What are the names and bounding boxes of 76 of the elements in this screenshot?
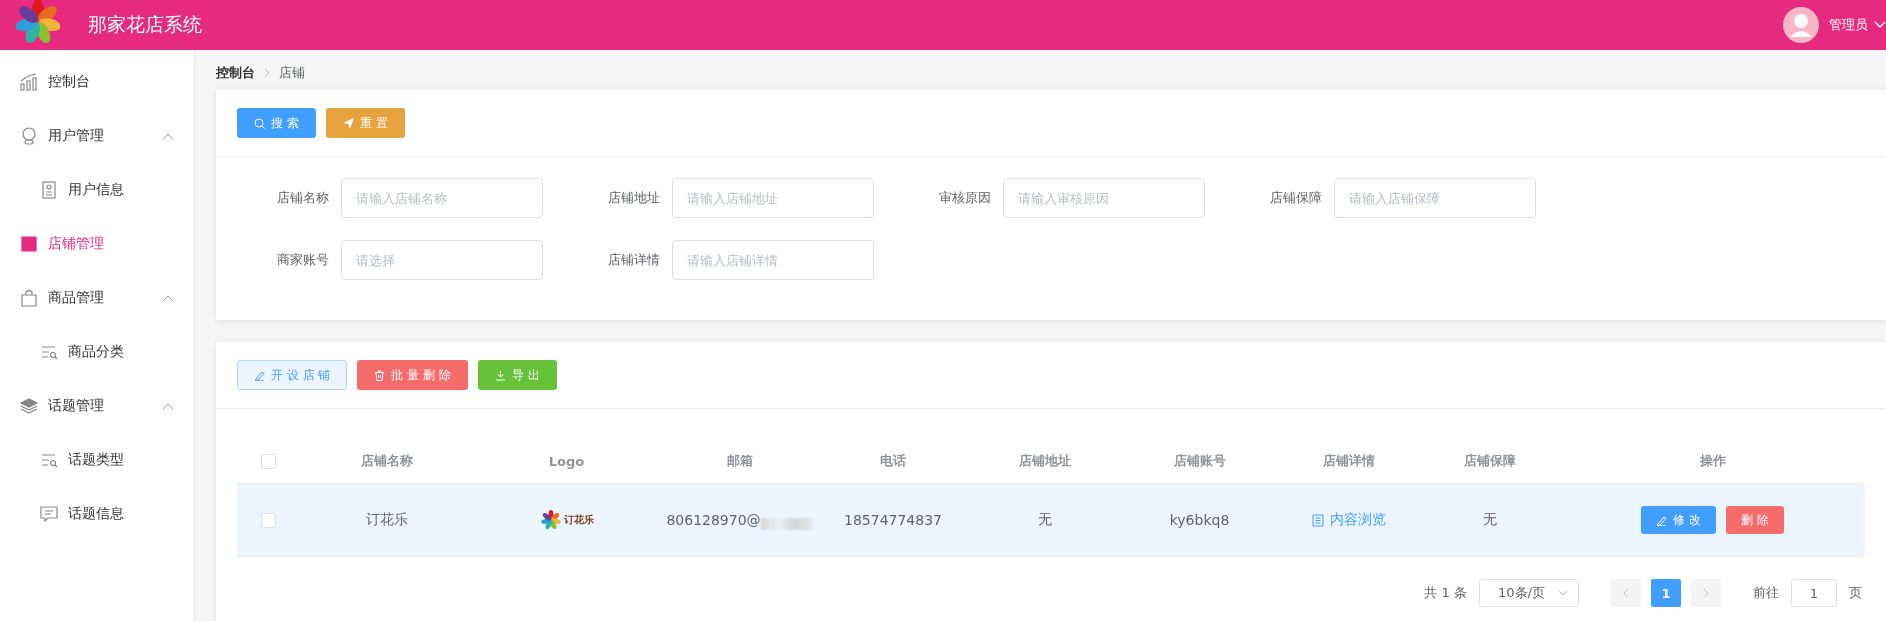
list-icon [40,451,58,469]
submenu-item[interactable]: 商品分类 [0,325,194,379]
column-header: 操作 [1699,452,1726,470]
page-suffix: 页 [1849,584,1862,602]
input-field[interactable]: 请输入店铺名称 [341,178,543,218]
column-header: 电话 [880,452,906,470]
input-field[interactable]: 请输入店铺地址 [672,178,874,218]
bag-icon [20,289,38,307]
logo-text: 订花乐 [563,513,594,527]
field-label: 审核原因 [938,189,992,207]
field-label: 店铺保障 [1269,189,1323,207]
field-label: 店铺名称 [276,189,330,207]
column-header: 店铺保障 [1464,452,1516,470]
input-field[interactable]: 请选择 [341,240,543,280]
app-title: 那家花店系统 [88,12,202,37]
field-label: 店铺地址 [607,189,661,207]
document-icon [1311,513,1324,527]
table-cell: 18574774837 [844,512,942,528]
pencil-icon [1656,514,1668,526]
menu-item[interactable]: 用户管理 [0,109,194,163]
avatar-icon[interactable] [1783,7,1819,43]
menu-item[interactable]: 店铺管理 [0,217,194,271]
table-cell: 806128970@ [666,512,761,528]
input-field[interactable]: 请输入店铺保障 [1334,178,1536,218]
column-header: Logo [548,453,585,469]
user-name[interactable]: 管理员 [1829,16,1868,34]
search-icon [254,117,265,129]
page-number-field[interactable]: 1 [1791,579,1837,607]
chart-icon [20,73,38,91]
breadcrumb-item[interactable]: 控制台 [216,64,255,82]
download-icon [494,369,506,381]
chevron-up-icon [162,294,174,302]
menu-item[interactable]: 控制台 [0,55,194,109]
table-cell: 无 [1037,511,1052,529]
previous-page-button[interactable] [1611,579,1641,607]
paper-plane-icon [342,117,354,129]
chevron-up-icon [162,132,174,140]
column-header: 邮箱 [726,452,753,470]
column-header: 店铺地址 [1018,452,1071,470]
table-cell: 无 [1483,511,1497,529]
chevron-down-icon [1558,590,1568,596]
goto-label: 前往 [1753,584,1779,602]
redaction-blur [760,518,813,530]
column-header: 店铺详情 [1322,452,1375,470]
pencil-icon [254,369,265,381]
breadcrumb-item: 店铺 [279,64,305,82]
page-size-select[interactable]: 10条/页 [1479,579,1579,607]
pinwheel-logo-icon [539,509,562,531]
menu-item[interactable]: 话题管理 [0,379,194,433]
input-field[interactable]: 请输入审核原因 [1003,178,1205,218]
robot-icon [20,127,38,145]
chevron-down-icon[interactable] [1874,21,1886,29]
field-label: 店铺详情 [607,251,661,269]
submenu-item[interactable]: 话题信息 [0,487,194,541]
total-count: 共 1 条 [1424,584,1467,602]
list-icon [40,343,58,361]
chevron-left-icon [1623,588,1629,598]
chevron-up-icon [162,402,174,410]
next-page-button[interactable] [1691,579,1721,607]
layers-icon [20,397,38,415]
submenu-item[interactable]: 用户信息 [0,163,194,217]
checkbox[interactable] [261,453,276,469]
table-cell: 订花乐 [365,511,408,529]
message-icon [40,505,58,523]
card-icon [40,181,58,199]
column-header: 店铺账号 [1173,452,1226,470]
submenu-item[interactable]: 话题类型 [0,433,194,487]
chevron-right-icon [263,68,271,78]
trash-icon [374,369,386,381]
checkbox[interactable] [261,512,276,528]
table-cell: ky6bkq8 [1169,512,1230,528]
menu-item[interactable]: 商品管理 [0,271,194,325]
field-label: 商家账号 [276,251,330,269]
input-field[interactable]: 请输入店铺详情 [672,240,874,280]
chevron-right-icon [1703,588,1709,598]
column-header: 店铺名称 [360,452,413,470]
